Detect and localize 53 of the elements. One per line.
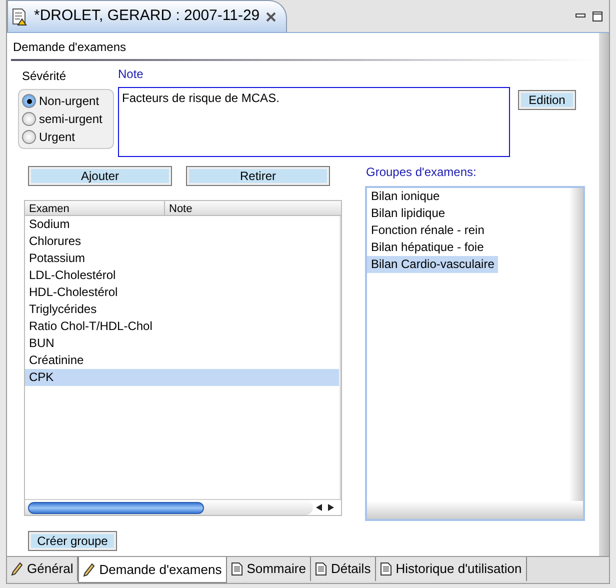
scroll-left-icon[interactable] — [316, 504, 322, 511]
document-warning-icon — [12, 8, 28, 26]
table-row[interactable]: Sodium — [25, 216, 339, 233]
section-title: Demande d'examens — [11, 37, 593, 61]
column-header[interactable]: Note — [165, 201, 192, 215]
scrollbar[interactable] — [25, 500, 313, 515]
radio-button[interactable] — [22, 130, 36, 144]
table-row[interactable]: CPK — [25, 369, 339, 386]
radio-label[interactable]: semi-urgent — [39, 110, 102, 128]
scrollbar[interactable] — [569, 188, 583, 501]
column-header[interactable]: Examen — [25, 201, 165, 215]
editor-title: *DROLET, GERARD : 2007-11-29 — [34, 6, 260, 26]
edition-button[interactable]: Edition — [518, 90, 576, 110]
editor-tab[interactable]: Sommaire — [226, 557, 311, 581]
table-row[interactable]: Triglycérides — [25, 301, 339, 318]
scroll-right-icon[interactable] — [328, 504, 334, 511]
pencil-icon — [83, 562, 96, 576]
table-row[interactable]: LDL-Cholestérol — [25, 267, 339, 284]
scrollbar[interactable] — [367, 501, 583, 519]
radio-button[interactable] — [22, 112, 36, 126]
table-row[interactable]: Créatinine — [25, 352, 339, 369]
add-button[interactable]: Ajouter — [28, 166, 172, 186]
radio-label[interactable]: Non-urgent — [39, 92, 100, 110]
scrollbar[interactable] — [339, 216, 341, 499]
create-group-button[interactable]: Créer groupe — [28, 531, 117, 551]
radio-label[interactable]: Urgent — [39, 128, 76, 146]
table-row[interactable]: Ratio Chol-T/HDL-Chol — [25, 318, 339, 335]
table-row[interactable]: HDL-Cholestérol — [25, 284, 339, 301]
list-item[interactable]: Bilan lipidique — [367, 205, 450, 222]
note-label: Note — [118, 66, 144, 83]
document-icon — [314, 562, 327, 576]
note-field[interactable]: Facteurs de risque de MCAS. — [118, 87, 510, 157]
document-icon — [380, 562, 392, 576]
radio-button[interactable] — [22, 94, 36, 108]
list-item[interactable]: Fonction rénale - rein — [367, 222, 488, 239]
table-row[interactable]: Potassium — [25, 250, 339, 267]
table-row[interactable]: Chlorures — [25, 233, 339, 250]
table-row[interactable]: BUN — [25, 335, 339, 352]
document-icon — [230, 562, 243, 576]
remove-button[interactable]: Retirer — [186, 166, 330, 186]
editor-tab[interactable]: Détails — [310, 557, 376, 581]
editor-tab[interactable]: Historique d'utilisation — [376, 557, 527, 581]
editor-tab[interactable]: Général — [7, 557, 78, 581]
list-item[interactable]: Bilan hépatique - foie — [367, 239, 488, 256]
groups-label: Groupes d'examens: — [366, 164, 476, 181]
editor-tab[interactable]: Demande d'examens — [78, 557, 227, 583]
pencil-icon — [11, 562, 23, 576]
close-icon[interactable] — [266, 12, 276, 22]
scrollbar[interactable] — [599, 33, 609, 556]
list-item[interactable]: Bilan ionique — [367, 188, 444, 205]
maximize-icon[interactable] — [592, 11, 603, 22]
list-item[interactable]: Bilan Cardio-vasculaire — [367, 256, 498, 273]
severity-label: Sévérité — [21, 68, 68, 85]
